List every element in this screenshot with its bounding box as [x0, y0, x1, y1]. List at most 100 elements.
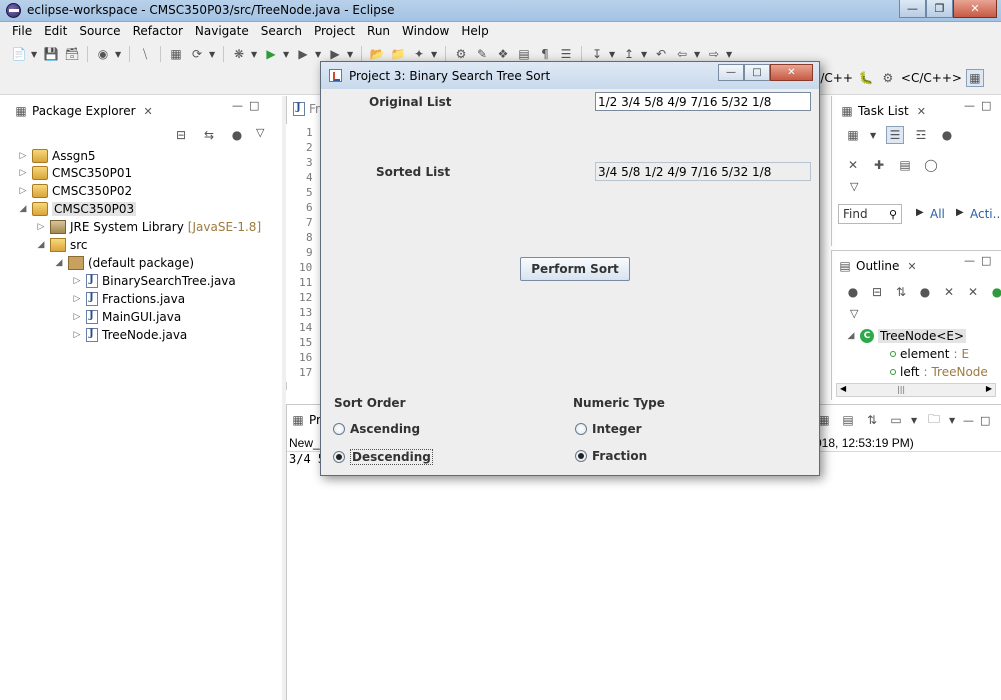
tree-item-file[interactable]: ▷ Fractions.java — [72, 290, 185, 307]
debug-dropdown-icon[interactable]: ▼ — [251, 50, 259, 59]
close-view-icon[interactable]: ✕ — [907, 260, 916, 273]
perform-sort-button[interactable]: Perform Sort — [520, 257, 630, 281]
ascending-radio[interactable]: Ascending — [333, 422, 420, 436]
menu-help[interactable]: Help — [455, 22, 494, 41]
view-menu-icon[interactable]: ▽ — [850, 307, 858, 320]
collapse-all-icon[interactable]: ✚ — [870, 156, 888, 174]
tree-item-jre[interactable]: ▷ JRE System Library [JavaSE-1.8] — [36, 218, 261, 235]
close-button[interactable]: ✕ — [953, 0, 997, 18]
package-explorer-tab[interactable]: ▦ Package Explorer ✕ — [14, 102, 153, 120]
menu-navigate[interactable]: Navigate — [189, 22, 255, 41]
outline-tab[interactable]: ▤ Outline ✕ — [838, 257, 916, 275]
hide-fields-icon[interactable]: ● — [916, 283, 934, 301]
java-perspective-icon[interactable]: ▦ — [965, 69, 984, 87]
scheduled-icon[interactable]: ☲ — [912, 126, 930, 144]
new-task-icon[interactable]: ▦ — [844, 126, 862, 144]
dialog-maximize-button[interactable]: □ — [744, 64, 770, 81]
gear-icon[interactable]: ⚙ — [879, 69, 897, 87]
dialog-close-button[interactable]: ✕ — [770, 64, 813, 81]
hide-local-icon[interactable]: ● — [988, 283, 1001, 301]
display-console-icon[interactable]: ▤ — [839, 411, 857, 429]
tree-item-file[interactable]: ▷ TreeNode.java — [72, 326, 187, 343]
refresh-icon[interactable]: ⟳ — [188, 45, 206, 63]
menu-refactor[interactable]: Refactor — [127, 22, 189, 41]
profile-icon[interactable]: ◉ — [94, 45, 112, 63]
find-input[interactable]: Find ⚲ — [838, 204, 902, 224]
all-link[interactable]: All — [930, 207, 945, 221]
menu-source[interactable]: Source — [73, 22, 126, 41]
scroll-left-icon[interactable]: ◀ — [840, 384, 846, 393]
run-external-dropdown-icon[interactable]: ▼ — [315, 50, 323, 59]
expand-icon[interactable]: ▷ — [36, 222, 46, 232]
collapse-icon[interactable]: ◢ — [18, 204, 28, 214]
close-view-icon[interactable]: ✕ — [144, 105, 153, 118]
horizontal-scrollbar[interactable]: ◀ ||| ▶ — [836, 383, 996, 397]
collapse-icon[interactable]: ◢ — [846, 331, 856, 341]
categorized-icon[interactable]: ☰ — [886, 126, 904, 144]
back-dropdown-icon[interactable]: ▼ — [694, 50, 702, 59]
next-annotation-dropdown-icon[interactable]: ▼ — [609, 50, 617, 59]
expand-icon[interactable]: ▷ — [72, 312, 82, 322]
tree-item-assgn5[interactable]: ▷ Assgn5 — [18, 147, 96, 164]
original-list-input[interactable]: 1/2 3/4 5/8 4/9 7/16 5/32 1/8 — [595, 92, 811, 111]
run-icon[interactable]: ▶ — [262, 45, 280, 63]
activate-link[interactable]: Acti... — [970, 207, 1001, 221]
menu-project[interactable]: Project — [308, 22, 361, 41]
scroll-lock-icon[interactable]: ⇅ — [863, 411, 881, 429]
tree-item-file[interactable]: ▷ BinarySearchTree.java — [72, 272, 236, 289]
open-console-dropdown-icon[interactable]: ▼ — [949, 416, 957, 425]
editor-tab[interactable]: Fr — [293, 102, 320, 116]
prev-annotation-dropdown-icon[interactable]: ▼ — [641, 50, 649, 59]
skip-breakpoints-icon[interactable]: ⧹ — [136, 45, 154, 63]
expand-icon[interactable]: ▷ — [18, 186, 28, 196]
focus-icon[interactable]: ● — [938, 126, 956, 144]
view-minmax-controls[interactable]: —□ — [964, 254, 997, 267]
expand-icon[interactable]: ▷ — [72, 276, 82, 286]
save-all-icon[interactable]: 🗃 — [63, 45, 81, 63]
tree-item-file[interactable]: ▷ MainGUI.java — [72, 308, 181, 325]
fraction-radio[interactable]: Fraction — [575, 449, 647, 463]
profile-dropdown-icon[interactable]: ▼ — [115, 50, 123, 59]
expand-icon[interactable]: ▷ — [72, 330, 82, 340]
tree-item-src[interactable]: ◢ src — [36, 236, 88, 253]
task-repo-icon[interactable]: ◯ — [922, 156, 940, 174]
view-minmax-controls[interactable]: —□ — [232, 99, 265, 112]
menu-edit[interactable]: Edit — [38, 22, 73, 41]
debug-icon[interactable]: ❋ — [230, 45, 248, 63]
view-minmax-controls[interactable]: —□ — [963, 414, 996, 427]
menu-file[interactable]: File — [6, 22, 38, 41]
new-icon[interactable]: 📄 — [10, 45, 28, 63]
open-console-icon[interactable]: 🗀 — [925, 411, 943, 429]
run-external-icon[interactable]: ▶ — [294, 45, 312, 63]
scroll-right-icon[interactable]: ▶ — [986, 384, 992, 393]
menu-run[interactable]: Run — [361, 22, 396, 41]
perspective-cpp-alt[interactable]: <C/C++> — [901, 71, 962, 85]
tree-item-cmsc350p03[interactable]: ◢ CMSC350P03 — [18, 200, 137, 217]
console-tab[interactable]: ▦ Pr — [291, 411, 321, 429]
tree-item-cmsc350p01[interactable]: ▷ CMSC350P01 — [18, 164, 132, 181]
sync-icon[interactable]: ▤ — [896, 156, 914, 174]
new-class-icon[interactable]: ▦ — [167, 45, 185, 63]
save-icon[interactable]: 💾 — [42, 45, 60, 63]
focus-icon[interactable]: ● — [844, 283, 862, 301]
console-monitor-icon[interactable]: ▭ — [887, 411, 905, 429]
scroll-thumb-grip[interactable]: ||| — [897, 385, 905, 394]
view-menu-icon[interactable]: ▽ — [850, 180, 858, 193]
view-minmax-controls[interactable]: —□ — [964, 99, 997, 112]
new-task-dropdown-icon[interactable]: ▼ — [870, 131, 878, 140]
integer-radio[interactable]: Integer — [575, 422, 642, 436]
bug-icon[interactable]: 🐛 — [857, 69, 875, 87]
expand-icon[interactable]: ▷ — [18, 168, 28, 178]
collapse-icon[interactable]: ◢ — [36, 240, 46, 250]
task-list-tab[interactable]: ▦ Task List ✕ — [840, 102, 926, 120]
descending-radio[interactable]: Descending — [333, 449, 433, 465]
maximize-button[interactable]: ❐ — [926, 0, 953, 18]
sort-icon[interactable]: ⇅ — [892, 283, 910, 301]
close-view-icon[interactable]: ✕ — [917, 105, 926, 118]
hide-static-icon[interactable]: ✕ — [940, 283, 958, 301]
outline-field-node[interactable]: element : E — [890, 345, 969, 362]
tree-item-default-package[interactable]: ◢ (default package) — [54, 254, 194, 271]
link-editor-icon[interactable]: ⇆ — [200, 126, 218, 144]
hide-nonpublic-icon[interactable]: ✕ — [964, 283, 982, 301]
monitor-dropdown-icon[interactable]: ▼ — [911, 416, 919, 425]
